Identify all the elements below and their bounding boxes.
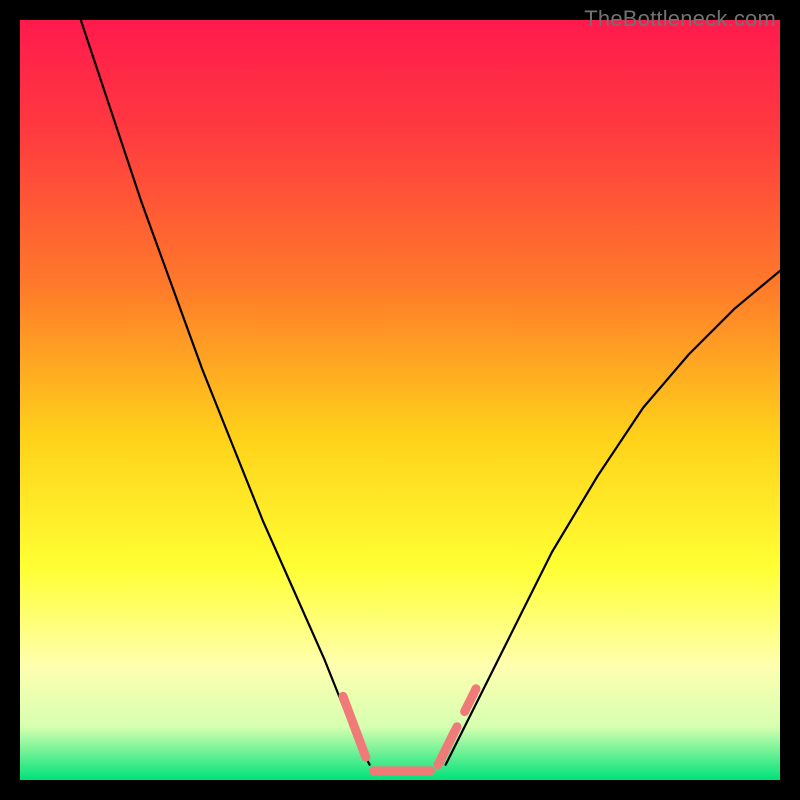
chart-frame: TheBottleneck.com: [0, 0, 800, 800]
gradient-background: [20, 20, 780, 780]
plot-area: [20, 20, 780, 780]
watermark-text: TheBottleneck.com: [584, 6, 776, 32]
chart-svg: [20, 20, 780, 780]
